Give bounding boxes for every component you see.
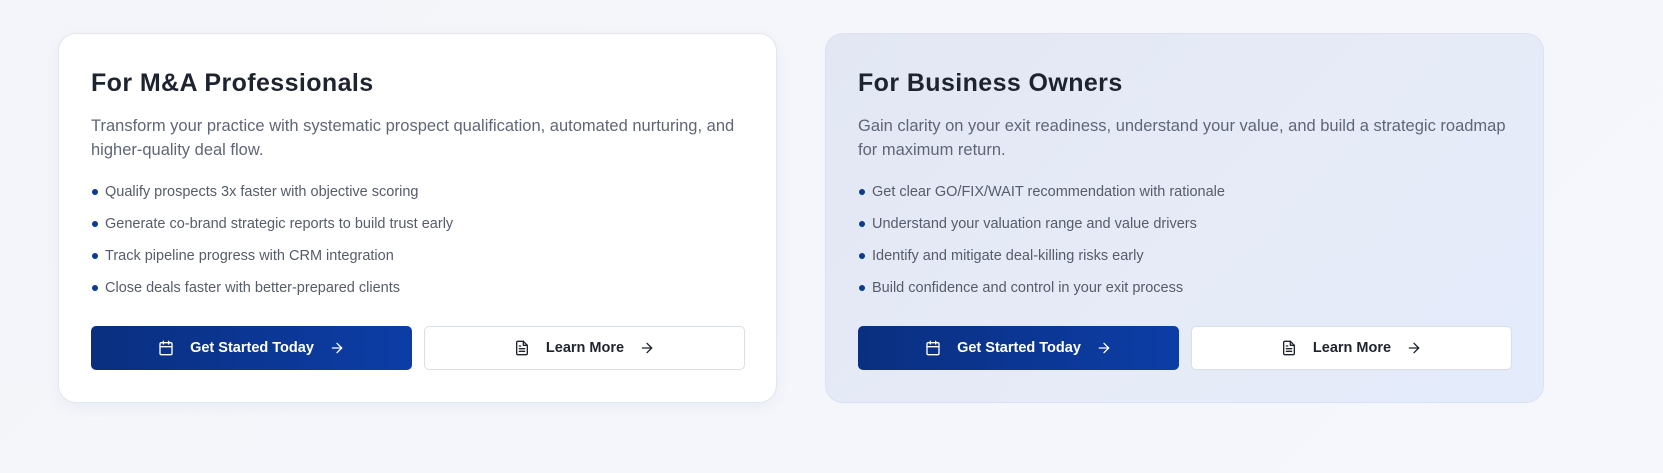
button-label: Get Started Today [190,340,314,356]
card-title: For M&A Professionals [91,69,374,97]
bullet-dot-icon [92,285,98,291]
card-actions: Get Started Today Learn More [858,326,1512,370]
benefit-list: Get clear GO/FIX/WAIT recommendation wit… [858,182,1511,310]
business-owners-card: For Business Owners Gain clarity on your… [825,33,1544,403]
card-description: Transform your practice with systematic … [91,117,735,159]
ma-professionals-card: For M&A Professionals Transform your pra… [58,33,777,403]
list-item-text: Build confidence and control in your exi… [872,280,1184,296]
button-label: Learn More [545,340,625,356]
learn-more-button[interactable]: Learn More [1191,326,1512,370]
bullet-dot-icon [92,253,98,259]
arrow-right-icon [1096,340,1112,356]
list-item-text: Generate co-brand strategic reports to b… [105,216,454,232]
arrow-right-icon [639,340,655,356]
bullet-dot-icon [92,221,98,227]
learn-more-button[interactable]: Learn More [424,326,745,370]
calendar-icon [925,340,941,356]
document-icon [514,340,530,356]
arrow-right-icon [329,340,345,356]
button-label: Get Started Today [957,340,1081,356]
list-item-text: Understand your valuation range and valu… [872,216,1197,232]
bullet-dot-icon [92,189,98,195]
list-item-text: Qualify prospects 3x faster with objecti… [105,184,419,200]
calendar-icon [158,340,174,356]
card-actions: Get Started Today Learn More [91,326,745,370]
button-label: Learn More [1312,340,1392,356]
bullet-dot-icon [859,189,865,195]
card-description: Gain clarity on your exit readiness, und… [858,117,1506,159]
list-item: Close deals faster with better-prepared … [91,278,744,310]
arrow-right-icon [1406,340,1422,356]
bullet-dot-icon [859,285,865,291]
list-item: Identify and mitigate deal-killing risks… [858,246,1511,278]
list-item-text: Close deals faster with better-prepared … [105,280,400,296]
get-started-button[interactable]: Get Started Today [858,326,1179,370]
benefit-list: Qualify prospects 3x faster with objecti… [91,182,744,310]
list-item-text: Track pipeline progress with CRM integra… [105,248,394,264]
document-icon [1281,340,1297,356]
list-item: Understand your valuation range and valu… [858,214,1511,246]
card-title: For Business Owners [858,69,1123,97]
list-item: Track pipeline progress with CRM integra… [91,246,744,278]
bullet-dot-icon [859,221,865,227]
list-item: Generate co-brand strategic reports to b… [91,214,744,246]
list-item: Get clear GO/FIX/WAIT recommendation wit… [858,182,1511,214]
list-item-text: Identify and mitigate deal-killing risks… [872,248,1144,264]
list-item-text: Get clear GO/FIX/WAIT recommendation wit… [872,184,1225,200]
list-item: Qualify prospects 3x faster with objecti… [91,182,744,214]
bullet-dot-icon [859,253,865,259]
list-item: Build confidence and control in your exi… [858,278,1511,310]
get-started-button[interactable]: Get Started Today [91,326,412,370]
